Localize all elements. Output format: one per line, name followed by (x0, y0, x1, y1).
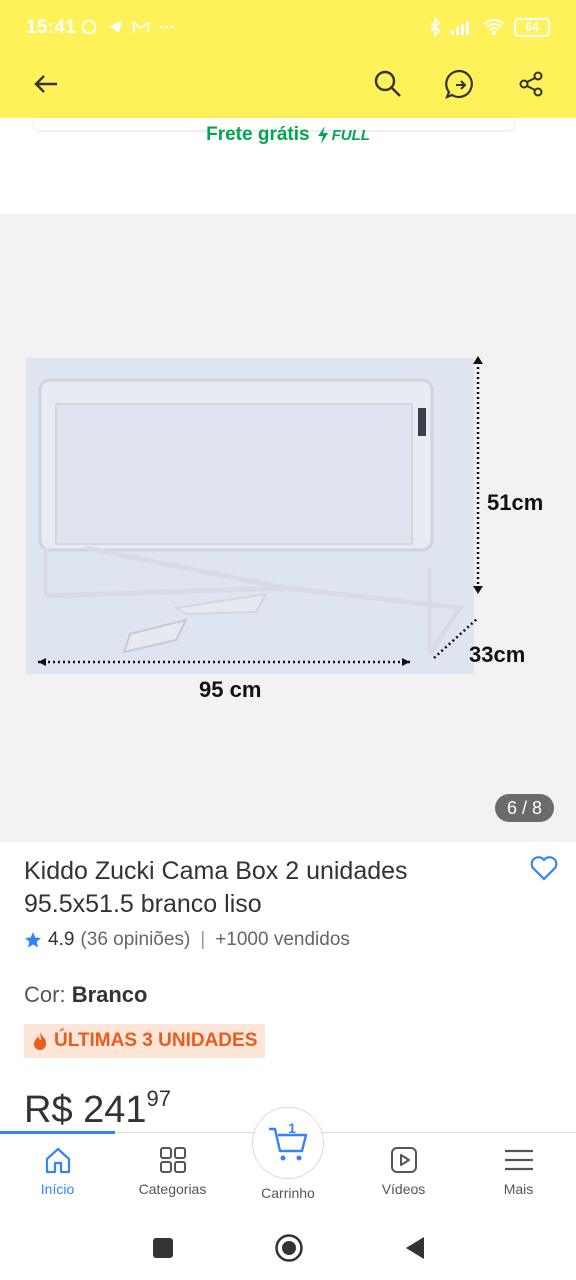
full-label: FULL (331, 126, 370, 144)
nav-item-categorias[interactable]: Categorias (115, 1145, 230, 1197)
nav-label-inicio: Início (40, 1181, 75, 1197)
product-image (26, 358, 482, 674)
categories-icon (159, 1147, 186, 1173)
color-value: Branco (71, 982, 148, 1007)
rating-score: 4.9 (48, 929, 75, 950)
recent-apps-button[interactable] (145, 1230, 181, 1266)
home-circle-icon (275, 1234, 303, 1262)
whatsapp-icon (81, 19, 97, 35)
nav-item-carrinho[interactable]: 1 (252, 1107, 324, 1179)
width-dimension: 95 cm (199, 677, 262, 702)
color-selector[interactable]: Cor: Branco (24, 982, 147, 1008)
bed-rail-illustration (38, 362, 482, 666)
heart-icon (530, 856, 558, 881)
back-icon (34, 75, 57, 93)
rating-separator: | (200, 929, 206, 950)
sold-count: +1000 vendidos (215, 929, 350, 950)
pager-text: 6 / 8 (506, 797, 542, 818)
notification-icons (80, 17, 176, 37)
stock-badge: ÚLTIMAS 3 UNIDADES (24, 1024, 266, 1058)
back-button[interactable] (24, 62, 68, 106)
full-badge: FULL (316, 125, 370, 145)
bluetooth-icon (430, 17, 441, 37)
back-triangle-icon (406, 1237, 424, 1259)
bottom-navigation: Início Categorias 1 Carrinho Vídeos Mais (0, 1107, 576, 1216)
status-time: 15:41 (26, 17, 77, 38)
nav-item-mais[interactable]: Mais (461, 1145, 576, 1197)
cart-icon: 1 (269, 1123, 308, 1161)
price-cents: 97 (146, 1086, 172, 1111)
height-dimension: 51cm (487, 490, 544, 515)
free-shipping-label: Frete grátis (206, 124, 310, 145)
square-icon (153, 1238, 173, 1258)
nav-label-videos: Vídeos (381, 1181, 426, 1197)
nav-item-inicio[interactable]: Início (0, 1145, 115, 1197)
stock-badge-text: ÚLTIMAS 3 UNIDADES (54, 1030, 258, 1051)
share-button[interactable] (509, 62, 553, 106)
depth-dimension: 33cm (469, 642, 526, 667)
color-label: Cor: (24, 982, 66, 1007)
share-icon (519, 71, 543, 97)
star-icon (25, 932, 41, 948)
price-currency: R$ (24, 1089, 73, 1131)
product-title: Kiddo Zucki Cama Box 2 unidades 95.5x51.… (24, 857, 408, 918)
free-shipping-banner: Frete grátis FULL (0, 118, 576, 152)
back-system-button[interactable] (397, 1230, 433, 1266)
active-tab-indicator (0, 1131, 115, 1134)
battery-level: 64 (525, 20, 539, 34)
favorite-button[interactable] (530, 855, 560, 885)
review-count: (36 opiniões) (80, 929, 191, 950)
nav-label-mais: Mais (503, 1181, 534, 1197)
gmail-icon (132, 21, 150, 33)
price: R$ 24197 (24, 1086, 171, 1132)
video-icon (390, 1147, 417, 1173)
cart-badge: 1 (288, 1123, 296, 1136)
system-navigation (0, 1216, 576, 1280)
battery-icon: 64 (514, 17, 550, 37)
wifi-icon (483, 19, 505, 35)
whatsapp-share-icon (445, 69, 473, 99)
status-bar: 15:41 64 (0, 0, 576, 58)
whatsapp-share-button[interactable] (438, 62, 482, 106)
home-icon (45, 1147, 70, 1174)
image-pager: 6 / 8 (494, 794, 554, 822)
nav-item-videos[interactable]: Vídeos (346, 1145, 461, 1197)
nav-label-categorias: Categorias (138, 1181, 207, 1197)
fire-icon (34, 1032, 47, 1050)
more-dots-icon (160, 25, 174, 29)
home-system-button[interactable] (271, 1230, 307, 1266)
signal-icon (451, 21, 469, 35)
top-app-bar: 15:41 64 (0, 0, 576, 118)
product-gallery[interactable]: 51cm 33cm 95 cm 6 / 8 (0, 214, 576, 842)
telegram-icon (107, 20, 123, 34)
price-integer: 241 (83, 1089, 147, 1131)
height-dimension-line (473, 356, 483, 594)
search-button[interactable] (366, 62, 410, 106)
lightning-icon (317, 126, 328, 144)
nav-label-carrinho: Carrinho (261, 1185, 315, 1201)
system-icons: 64 (428, 17, 550, 37)
menu-icon (504, 1149, 533, 1171)
rating-row[interactable]: 4.9 (36 opiniões) | +1000 vendidos (24, 929, 350, 951)
search-icon (374, 70, 401, 97)
